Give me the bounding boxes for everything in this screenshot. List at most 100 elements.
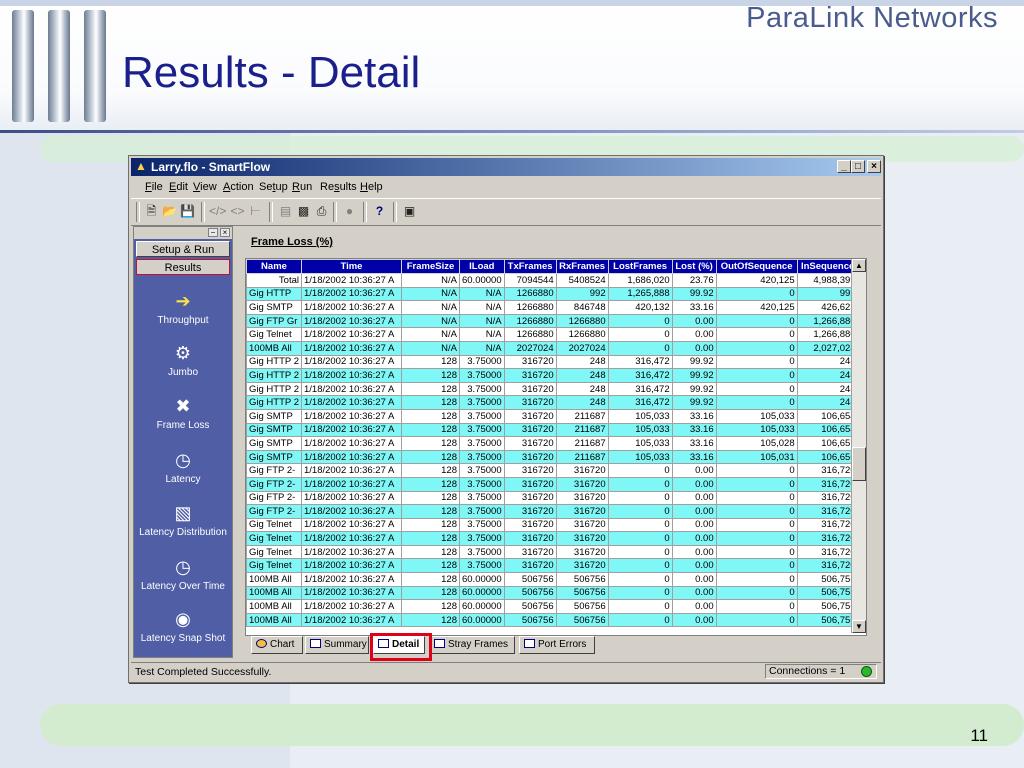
table-cell: 248 bbox=[555, 395, 609, 410]
menu-file[interactable]: File bbox=[145, 181, 163, 193]
scroll-down-icon[interactable]: ▼ bbox=[852, 620, 866, 633]
nav-item-latency-distribution[interactable]: ▧ Latency Distribution bbox=[134, 501, 232, 553]
open-folder-icon[interactable]: 📂 bbox=[161, 203, 178, 220]
table-cell: 105,031 bbox=[715, 449, 798, 465]
table-row[interactable]: Gig FTP 2- 1/18/2002 10:36:27 A 128 3.75000… bbox=[246, 490, 859, 506]
maximize-button[interactable]: □ bbox=[851, 160, 865, 173]
column-header[interactable]: Time bbox=[300, 259, 402, 274]
table-row[interactable]: Gig SMTP 1/18/2002 10:36:27 A 128 3.75000 31… bbox=[246, 449, 859, 465]
table-cell: 506756 bbox=[555, 612, 609, 628]
menu-action[interactable]: Action bbox=[223, 181, 254, 193]
table-cell: 106,656 bbox=[796, 449, 859, 465]
table-row[interactable]: 100MB All 1/18/2002 10:36:27 A 128 60.00000… bbox=[246, 585, 859, 601]
tab-detail[interactable]: Detail bbox=[373, 636, 425, 654]
document-icon[interactable]: ▤ bbox=[277, 203, 294, 220]
table-row[interactable]: Gig HTTP 2 1/18/2002 10:36:27 A 128 3.75000… bbox=[246, 395, 859, 410]
menu-run[interactable]: Run bbox=[292, 181, 312, 193]
table-row[interactable]: Gig SMTP 1/18/2002 10:36:27 A 128 3.75000 31… bbox=[246, 422, 859, 438]
table-row[interactable]: 100MB All 1/18/2002 10:36:27 A 128 60.00000… bbox=[246, 612, 859, 628]
column-header[interactable]: RxFrames bbox=[555, 259, 609, 274]
stop-icon[interactable]: ● bbox=[341, 203, 358, 220]
close-panel-icon[interactable]: × bbox=[220, 228, 230, 237]
vertical-scrollbar[interactable]: ▲ ▼ bbox=[851, 259, 866, 633]
column-header[interactable]: Name bbox=[246, 259, 302, 274]
tab-port-errors[interactable]: Port Errors bbox=[519, 636, 595, 654]
tab-summary[interactable]: Summary bbox=[305, 636, 369, 654]
menu-edit[interactable]: Edit bbox=[169, 181, 188, 193]
column-header[interactable]: ILoad bbox=[458, 259, 505, 274]
clock-chart-icon: ◷ bbox=[175, 557, 191, 577]
table-row[interactable]: 100MB All 1/18/2002 10:36:27 A 128 60.00000… bbox=[246, 599, 859, 614]
table-row[interactable]: Gig Telnet 1/18/2002 10:36:27 A N/A N/A 1266… bbox=[246, 327, 859, 342]
table-cell: 992 bbox=[555, 286, 609, 302]
nav-item-jumbo[interactable]: ⚙ Jumbo bbox=[134, 341, 232, 393]
table-row[interactable]: Gig HTTP 1/18/2002 10:36:27 A N/A N/A 126688… bbox=[246, 286, 859, 302]
table-row[interactable]: Gig FTP 2- 1/18/2002 10:36:27 A 128 3.75000… bbox=[246, 463, 859, 478]
save-results-icon[interactable]: ▩ bbox=[295, 203, 312, 220]
help-icon[interactable]: ? bbox=[371, 203, 388, 220]
table-cell: 316,472 bbox=[607, 395, 673, 410]
pin-icon[interactable]: − bbox=[208, 228, 218, 237]
table-cell: 316720 bbox=[555, 490, 609, 506]
prev-icon[interactable]: </> bbox=[209, 203, 226, 220]
window-icon[interactable]: ▣ bbox=[401, 203, 418, 220]
nav-item-latency-snap-shot[interactable]: ◉ Latency Snap Shot bbox=[134, 607, 232, 659]
save-icon[interactable]: 💾 bbox=[179, 203, 196, 220]
table-row[interactable]: Total 1/18/2002 10:36:27 A N/A 60.00000 7094… bbox=[246, 273, 859, 288]
swap-icon[interactable]: <> bbox=[229, 203, 246, 220]
column-header[interactable]: TxFrames bbox=[503, 259, 557, 274]
scroll-thumb[interactable] bbox=[852, 447, 866, 481]
connections-indicator: Connections = 1 bbox=[765, 664, 877, 679]
nav-tab-results[interactable]: Results bbox=[136, 259, 230, 275]
column-header[interactable]: InSequence bbox=[796, 259, 859, 274]
menu-setup[interactable]: Setup bbox=[259, 181, 288, 193]
table-row[interactable]: Gig HTTP 2 1/18/2002 10:36:27 A 128 3.75000… bbox=[246, 354, 859, 370]
nav-tab-setup-run[interactable]: Setup & Run bbox=[136, 241, 230, 257]
table-row[interactable]: Gig SMTP 1/18/2002 10:36:27 A 128 3.75000 31… bbox=[246, 408, 859, 424]
table-cell: 1/18/2002 10:36:27 A bbox=[300, 476, 402, 492]
window-titlebar[interactable]: ▲ Larry.flo - SmartFlow _ □ × bbox=[131, 158, 881, 176]
table-cell: 1266880 bbox=[503, 286, 557, 302]
scroll-up-icon[interactable]: ▲ bbox=[852, 259, 866, 272]
table-row[interactable]: Gig FTP 2- 1/18/2002 10:36:27 A 128 3.75000… bbox=[246, 504, 859, 519]
table-row[interactable]: Gig SMTP 1/18/2002 10:36:27 A 128 3.75000 31… bbox=[246, 436, 859, 451]
table-row[interactable]: Gig HTTP 2 1/18/2002 10:36:27 A 128 3.75000… bbox=[246, 368, 859, 383]
close-button[interactable]: × bbox=[867, 160, 881, 173]
table-cell: 0.00 bbox=[671, 572, 717, 587]
column-header[interactable]: OutOfSequence bbox=[715, 259, 798, 274]
menubar: File Edit View Action Setup Run Results … bbox=[131, 178, 881, 196]
column-header[interactable]: FrameSize bbox=[400, 259, 460, 274]
tab-stray-frames[interactable]: Stray Frames bbox=[429, 636, 515, 654]
menu-view[interactable]: View bbox=[193, 181, 217, 193]
table-row[interactable]: Gig HTTP 2 1/18/2002 10:36:27 A 128 3.75000… bbox=[246, 381, 859, 397]
table-row[interactable]: 100MB All 1/18/2002 10:36:27 A N/A N/A 20270… bbox=[246, 340, 859, 356]
table-cell: 128 bbox=[400, 531, 460, 546]
nav-item-latency[interactable]: ◷ Latency bbox=[134, 448, 232, 500]
table-row[interactable]: Gig Telnet 1/18/2002 10:36:27 A 128 3.75000… bbox=[246, 558, 859, 574]
column-header[interactable]: Lost (%) bbox=[671, 259, 717, 274]
print-icon[interactable]: ⎙ bbox=[313, 203, 330, 220]
table-row[interactable]: Gig Telnet 1/18/2002 10:36:27 A 128 3.75000… bbox=[246, 517, 859, 533]
column-header[interactable]: LostFrames bbox=[607, 259, 673, 274]
table-row[interactable]: Gig FTP 2- 1/18/2002 10:36:27 A 128 3.75000… bbox=[246, 476, 859, 492]
table-row[interactable]: Gig Telnet 1/18/2002 10:36:27 A 128 3.75000… bbox=[246, 544, 859, 560]
tab-chart[interactable]: Chart bbox=[251, 636, 303, 654]
table-row[interactable]: 100MB All 1/18/2002 10:36:27 A 128 60.00000… bbox=[246, 572, 859, 587]
nav-item-latency-over-time[interactable]: ◷ Latency Over Time bbox=[134, 555, 232, 607]
new-file-icon[interactable]: 🗎 bbox=[143, 203, 160, 220]
menu-results[interactable]: Results bbox=[320, 181, 357, 193]
table-row[interactable]: Gig Telnet 1/18/2002 10:36:27 A 128 3.75000… bbox=[246, 531, 859, 546]
table-cell: 1,266,880 bbox=[796, 313, 859, 329]
table-add-icon[interactable]: ⊢ bbox=[247, 203, 264, 220]
table-row[interactable]: Gig SMTP 1/18/2002 10:36:27 A N/A N/A 126688… bbox=[246, 300, 859, 315]
table-cell: 316,720 bbox=[796, 504, 859, 519]
table-row[interactable]: Gig FTP Gr 1/18/2002 10:36:27 A N/A N/A 1266… bbox=[246, 313, 859, 329]
table-cell: 128 bbox=[400, 490, 460, 506]
minimize-button[interactable]: _ bbox=[837, 160, 851, 173]
nav-item-frame-loss[interactable]: ✖ Frame Loss bbox=[134, 394, 232, 446]
menu-help[interactable]: Help bbox=[360, 181, 383, 193]
table-cell: 0 bbox=[607, 572, 673, 587]
table-cell: 1/18/2002 10:36:27 A bbox=[300, 612, 402, 628]
table-cell: 1/18/2002 10:36:27 A bbox=[300, 354, 402, 370]
nav-item-throughput[interactable]: ➔ Throughput bbox=[134, 289, 232, 341]
